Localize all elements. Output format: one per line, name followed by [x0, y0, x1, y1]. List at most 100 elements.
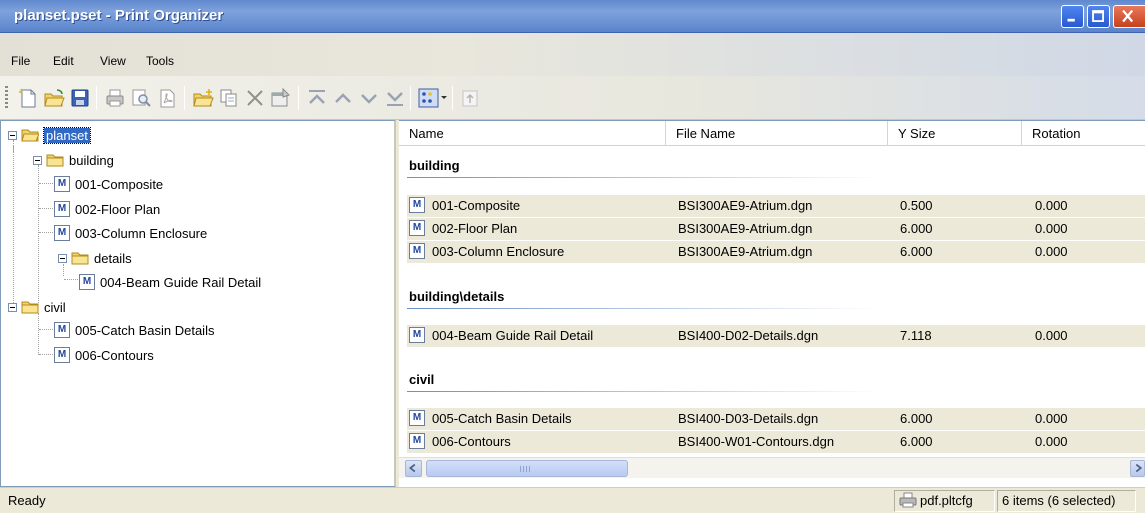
chevron-left-icon — [408, 463, 416, 473]
table-row[interactable]: M 004-Beam Guide Rail Detail BSI400-D02-… — [407, 325, 1145, 347]
tree-node-civil[interactable]: civil — [8, 297, 66, 317]
print-button[interactable] — [104, 87, 126, 109]
up-level-button[interactable] — [460, 87, 482, 109]
minimize-icon — [1067, 18, 1075, 22]
tree-node-sheet[interactable]: M 001-Composite — [54, 174, 163, 194]
view-mode-button[interactable] — [418, 87, 448, 109]
collapse-icon[interactable] — [58, 253, 67, 263]
tree-node-building[interactable]: building — [33, 150, 114, 170]
tree-connector — [39, 232, 53, 233]
design-file-icon: M — [54, 176, 70, 192]
tree-node-sheet[interactable]: M 006-Contours — [54, 345, 154, 365]
design-file-icon: M — [54, 225, 70, 241]
cell-y-size: 6.000 — [900, 221, 933, 236]
scroll-thumb[interactable] — [426, 460, 628, 477]
preview-icon — [132, 89, 151, 107]
tree-node-sheet[interactable]: M 002-Floor Plan — [54, 199, 160, 219]
move-to-bottom-button[interactable] — [384, 87, 406, 109]
cell-y-size: 7.118 — [900, 328, 932, 343]
open-button[interactable] — [43, 87, 65, 109]
minimize-button[interactable] — [1061, 5, 1084, 28]
menu-edit[interactable]: Edit — [53, 54, 74, 68]
window-title: planset.pset - Print Organizer — [14, 7, 224, 24]
add-files-button[interactable] — [218, 87, 240, 109]
folder-icon — [71, 252, 89, 265]
add-files-icon — [220, 89, 237, 107]
group-header: building — [409, 158, 460, 173]
design-file-icon: M — [409, 327, 425, 343]
tree-node-details[interactable]: details — [58, 248, 132, 268]
tree-node-sheet[interactable]: M 005-Catch Basin Details — [54, 320, 214, 340]
scroll-right-button[interactable] — [1130, 460, 1145, 477]
tree-label: 001-Composite — [75, 176, 164, 192]
close-button[interactable] — [1113, 5, 1145, 28]
design-file-icon: M — [79, 274, 95, 290]
menu-tools[interactable]: Tools — [146, 54, 174, 68]
cell-file-name: BSI300AE9-Atrium.dgn — [678, 198, 813, 213]
toolbar-grip[interactable] — [5, 86, 8, 110]
cell-name: 003-Column Enclosure — [432, 244, 565, 259]
column-header-y-size[interactable]: Y Size — [888, 121, 1022, 146]
design-file-icon: M — [409, 410, 425, 426]
up-level-icon — [462, 90, 478, 107]
group-divider — [407, 177, 882, 178]
move-to-top-button[interactable] — [306, 87, 328, 109]
collapse-icon[interactable] — [33, 155, 42, 165]
table-row[interactable]: M 006-Contours BSI400-W01-Contours.dgn 6… — [407, 431, 1145, 453]
status-text: Ready — [8, 493, 46, 508]
delete-button[interactable] — [244, 87, 266, 109]
tree-label: civil — [44, 299, 66, 315]
tree-label: 004-Beam Guide Rail Detail — [100, 274, 262, 290]
save-button[interactable] — [69, 87, 91, 109]
selection-count-panel: 6 items (6 selected) — [997, 490, 1136, 512]
tree-label: building — [69, 152, 114, 168]
preview-button[interactable] — [130, 87, 152, 109]
move-to-bottom-icon — [387, 92, 403, 106]
cell-file-name: BSI400-D03-Details.dgn — [678, 411, 819, 426]
cell-name: 002-Floor Plan — [432, 221, 518, 236]
add-folder-button[interactable] — [192, 87, 214, 109]
new-button[interactable] — [17, 87, 39, 109]
cell-name: 006-Contours — [432, 434, 511, 449]
properties-icon — [271, 87, 290, 107]
table-row[interactable]: M 001-Composite BSI300AE9-Atrium.dgn 0.5… — [407, 195, 1145, 217]
status-bar: Ready pdf.pltcfg 6 items (6 selected) — [0, 487, 1145, 513]
cell-rotation: 0.000 — [1035, 244, 1068, 259]
properties-button[interactable] — [270, 87, 292, 109]
move-down-button[interactable] — [358, 87, 380, 109]
cell-rotation: 0.000 — [1035, 411, 1068, 426]
cell-rotation: 0.000 — [1035, 221, 1068, 236]
printer-driver-panel[interactable]: pdf.pltcfg — [894, 490, 995, 512]
cell-y-size: 6.000 — [900, 411, 933, 426]
table-row[interactable]: M 003-Column Enclosure BSI300AE9-Atrium.… — [407, 241, 1145, 263]
menu-view[interactable]: View — [100, 54, 126, 68]
pdf-button[interactable] — [156, 87, 178, 109]
horizontal-scrollbar[interactable] — [399, 457, 1145, 478]
column-header-name[interactable]: Name — [399, 121, 666, 146]
tree-connector — [39, 354, 53, 355]
tree-label: 006-Contours — [75, 347, 154, 363]
collapse-icon[interactable] — [8, 130, 17, 140]
design-file-icon: M — [409, 243, 425, 259]
close-icon — [1122, 9, 1134, 23]
menu-file[interactable]: File — [11, 54, 30, 68]
scroll-left-button[interactable] — [405, 460, 422, 477]
table-row[interactable]: M 005-Catch Basin Details BSI400-D03-Det… — [407, 408, 1145, 430]
tree-node-planset[interactable]: planset — [8, 125, 91, 145]
title-bar[interactable]: planset.pset - Print Organizer — [0, 0, 1145, 33]
column-header-rotation[interactable]: Rotation — [1022, 121, 1145, 146]
design-file-icon: M — [409, 433, 425, 449]
tree-connector — [13, 145, 14, 305]
column-header-file-name[interactable]: File Name — [666, 121, 888, 146]
cell-y-size: 0.500 — [900, 198, 933, 213]
tree-node-sheet[interactable]: M 003-Column Enclosure — [54, 223, 207, 243]
move-up-button[interactable] — [332, 87, 354, 109]
move-to-top-icon — [309, 90, 325, 104]
table-row[interactable]: M 002-Floor Plan BSI300AE9-Atrium.dgn 6.… — [407, 218, 1145, 240]
cell-name: 005-Catch Basin Details — [432, 411, 572, 426]
collapse-icon[interactable] — [8, 302, 17, 312]
maximize-button[interactable] — [1087, 5, 1110, 28]
tree-node-sheet[interactable]: M 004-Beam Guide Rail Detail — [79, 272, 261, 292]
column-header-row: Name File Name Y Size Rotation — [399, 121, 1145, 146]
cell-name: 001-Composite — [432, 198, 521, 213]
